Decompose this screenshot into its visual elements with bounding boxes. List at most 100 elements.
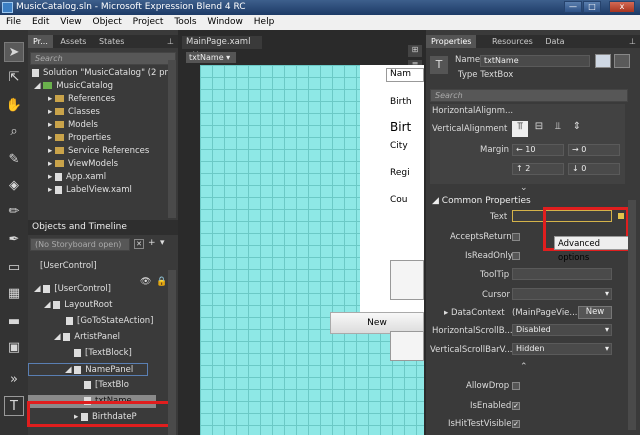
tree-row-namepanel[interactable]: ◢ NamePanel (28, 363, 148, 376)
menu-file[interactable]: File (6, 17, 21, 27)
tab-data[interactable]: Data (540, 35, 569, 48)
menu-bar: File Edit View Object Project Tools Wind… (0, 15, 640, 30)
tree-item-app-xaml[interactable]: ▸ App.xaml (28, 171, 178, 184)
eyedropper-tool-icon[interactable]: ✎ (4, 150, 24, 170)
close-button[interactable]: x (609, 1, 635, 13)
cursor-select[interactable]: ▾ (512, 288, 612, 300)
paint-bucket-tool-icon[interactable]: ◈ (4, 176, 24, 196)
tree-row-artistpanel[interactable]: ◢ ArtistPanel (28, 331, 178, 344)
lock-icon[interactable]: 🔒 (156, 277, 167, 287)
tab-states[interactable]: States (94, 35, 129, 48)
datacontext-label: ▸ DataContext (444, 308, 505, 318)
acceptsreturn-checkbox[interactable] (512, 233, 520, 241)
tree-item-properties[interactable]: ▸ Properties (28, 132, 178, 145)
tab-mainpage-xaml[interactable]: MainPage.xaml ✕ (182, 36, 262, 60)
tab-project[interactable]: Pr... (28, 35, 53, 48)
pen-tool-icon[interactable]: ✒ (4, 230, 24, 250)
menu-edit[interactable]: Edit (32, 17, 49, 27)
storyboard-select[interactable]: (No Storyboard open) (30, 238, 130, 251)
split-view-icon[interactable]: ⊞ (408, 45, 422, 57)
pin-icon[interactable]: ⊥ (167, 35, 174, 48)
expand-tools-icon[interactable]: » (4, 370, 24, 390)
tree-item-references[interactable]: ▸ References (28, 93, 178, 106)
tooltip-label: ToolTip (480, 270, 510, 280)
ishittestvisible-label: IsHitTestVisible (448, 419, 512, 429)
maximize-button[interactable]: □ (583, 1, 601, 13)
tree-item-labelview-xaml[interactable]: ▸ LabelView.xaml (28, 184, 178, 197)
hscroll-label: HorizontalScrollB... (432, 326, 513, 336)
selection-tool-icon[interactable]: ➤ (4, 42, 24, 62)
eye-icon[interactable]: 👁 (140, 277, 151, 287)
collapse-layout-icon[interactable]: ⌄ (520, 183, 528, 193)
textbox-tool-icon[interactable]: ▬ (4, 312, 24, 332)
isreadonly-label: IsReadOnly (465, 251, 513, 261)
add-storyboard-icon[interactable]: + (148, 238, 156, 248)
common-properties-header[interactable]: ◢ Common Properties (432, 196, 531, 206)
project-search-input[interactable]: Search (30, 52, 176, 65)
grid-tool-icon[interactable]: ▦ (4, 284, 24, 304)
valign-top-icon[interactable]: ⫪ (512, 121, 528, 137)
properties-pin-icon[interactable]: ⊥ (629, 35, 636, 48)
tab-resources[interactable]: Resources (487, 35, 538, 48)
zoom-tool-icon[interactable]: ⌕ (4, 122, 24, 142)
tree-item-classes[interactable]: ▸ Classes (28, 106, 178, 119)
pencil-tool-icon[interactable]: ✏ (4, 202, 24, 222)
menu-object[interactable]: Object (92, 17, 121, 27)
isreadonly-checkbox[interactable] (512, 252, 520, 260)
tree-item-viewmodels[interactable]: ▸ ViewModels (28, 158, 178, 171)
menu-tools[interactable]: Tools (174, 17, 196, 27)
properties-search-input[interactable]: Search (430, 89, 628, 102)
events-icon[interactable] (595, 54, 611, 68)
root-header[interactable]: [UserControl] (28, 260, 178, 273)
objects-scrollbar[interactable] (168, 270, 176, 435)
margin-bottom-input[interactable]: ↓ 0 (568, 163, 620, 175)
tree-item-service-references[interactable]: ▸ Service References (28, 145, 178, 158)
tooltip-input[interactable] (512, 268, 612, 280)
storyboard-menu-icon[interactable]: ▾ (160, 238, 165, 248)
margin-right-input[interactable]: → 0 (568, 144, 620, 156)
properties-view-icon[interactable] (614, 54, 630, 68)
valign-bottom-icon[interactable]: ⫫ (550, 121, 566, 137)
label-country: Cou (390, 195, 408, 205)
menu-window[interactable]: Window (207, 17, 243, 27)
allowdrop-label: AllowDrop (466, 381, 510, 391)
project-item[interactable]: ◢ MusicCatalog (28, 80, 178, 93)
properties-scrollbar[interactable] (628, 200, 636, 430)
datacontext-new-button[interactable]: New (578, 306, 612, 319)
close-storyboard-icon[interactable]: ✕ (134, 239, 144, 249)
element-breadcrumb[interactable]: txtName ▾ (186, 52, 236, 63)
tree-row-gotostateaction[interactable]: [GoToStateAction] (28, 315, 178, 328)
isenabled-checkbox[interactable]: ✓ (512, 402, 520, 410)
tree-row-textblock[interactable]: [TextBlock] (28, 347, 178, 360)
tab-assets[interactable]: Assets (55, 35, 91, 48)
direct-select-tool-icon[interactable]: ⇱ (4, 68, 24, 88)
design-canvas[interactable]: Nam Birth Birt City Regi Cou New (200, 65, 424, 435)
advanced-options-tooltip: Advanced options (554, 236, 634, 263)
text-tool-icon[interactable]: T (4, 396, 24, 416)
ishittestvisible-checkbox[interactable]: ✓ (512, 420, 520, 428)
menu-view[interactable]: View (60, 17, 81, 27)
form-lower-box (390, 331, 424, 361)
name-input[interactable]: txtName (480, 55, 590, 67)
solution-item[interactable]: Solution "MusicCatalog" (2 pr (28, 67, 178, 80)
valign-center-icon[interactable]: ⊟ (531, 121, 547, 137)
allowdrop-checkbox[interactable] (512, 382, 520, 390)
margin-left-input[interactable]: ← 10 (512, 144, 564, 156)
hscroll-select[interactable]: Disabled ▾ (512, 324, 612, 336)
control-tool-icon[interactable]: ▣ (4, 338, 24, 358)
pan-tool-icon[interactable]: ✋ (4, 96, 24, 116)
menu-project[interactable]: Project (133, 17, 164, 27)
minimize-button[interactable]: — (564, 1, 582, 13)
vscroll-select[interactable]: Hidden ▾ (512, 343, 612, 355)
menu-help[interactable]: Help (254, 17, 275, 27)
expand-common-icon[interactable]: ⌃ (520, 362, 528, 372)
margin-top-input[interactable]: ↑ 2 (512, 163, 564, 175)
tree-row-textblo[interactable]: [TextBlo (28, 379, 178, 392)
valign-stretch-icon[interactable]: ⇕ (569, 121, 585, 137)
tab-properties[interactable]: Properties (426, 35, 477, 48)
project-scrollbar[interactable] (168, 60, 176, 218)
tree-row-layoutroot[interactable]: ◢ LayoutRoot (28, 299, 178, 312)
tree-item-models[interactable]: ▸ Models (28, 119, 178, 132)
rectangle-tool-icon[interactable]: ▭ (4, 258, 24, 278)
cursor-label: Cursor (482, 290, 510, 300)
